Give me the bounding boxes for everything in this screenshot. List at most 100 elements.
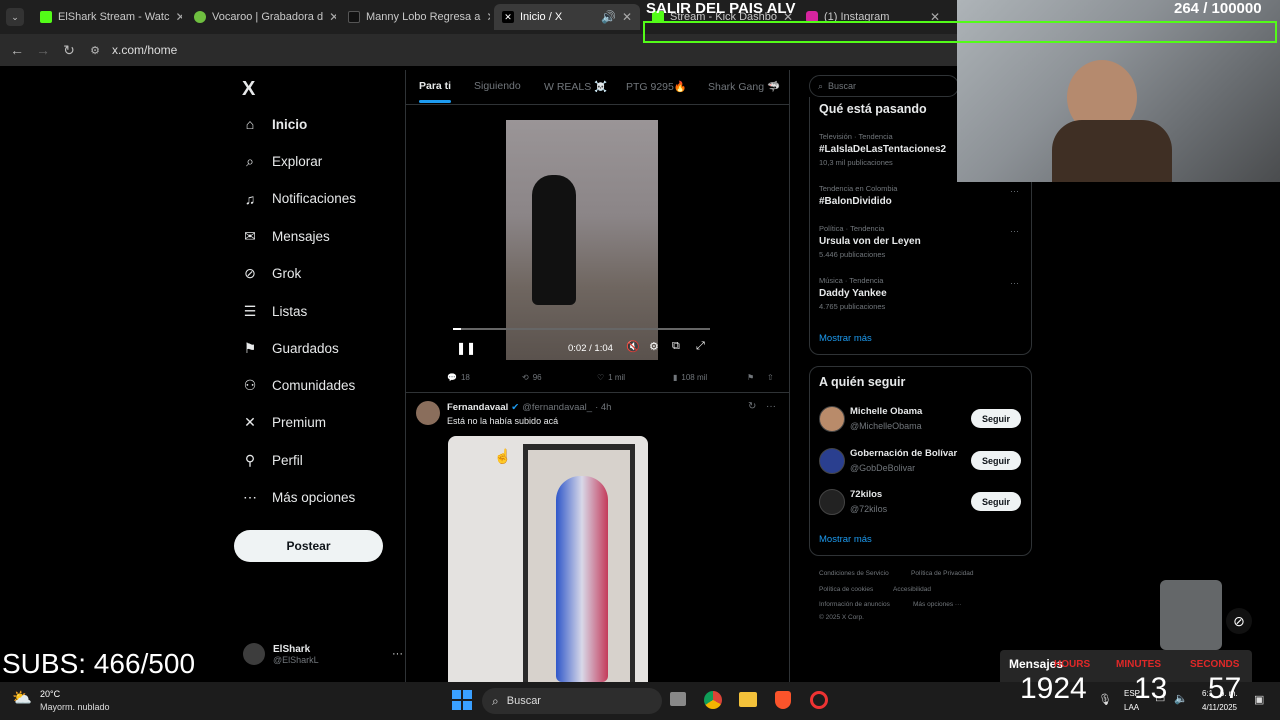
search-box[interactable]: ⌕ Buscar bbox=[809, 75, 959, 97]
follow-suggestion-handle[interactable]: @72kilos bbox=[850, 504, 887, 514]
share-icon[interactable]: ⇧ bbox=[767, 373, 774, 382]
browser-tab-3[interactable]: Manny Lobo Regresa a✕ bbox=[340, 4, 490, 30]
weather-desc[interactable]: Mayorm. nublado bbox=[40, 702, 110, 712]
follow-suggestion-handle[interactable]: @GobDeBolivar bbox=[850, 463, 915, 473]
video-frame bbox=[506, 120, 658, 360]
more-icon[interactable]: ··· bbox=[1010, 186, 1019, 196]
author-handle[interactable]: @fernandavaal_ bbox=[522, 402, 592, 413]
trend-item[interactable]: Política · Tendencia Ursula von der Leyen… bbox=[819, 224, 921, 259]
task-view-icon[interactable] bbox=[670, 692, 686, 706]
sidebar-item-mensajes[interactable]: ✉ Mensajes bbox=[242, 228, 330, 245]
sidebar-item-label: Explorar bbox=[272, 154, 323, 170]
follow-suggestion-name[interactable]: Michelle Obama bbox=[850, 406, 922, 417]
microphone-icon[interactable]: 🎙 bbox=[1098, 693, 1112, 706]
sidebar-item-listas[interactable]: ☰ Listas bbox=[242, 303, 308, 320]
follow-button[interactable]: Seguir bbox=[971, 451, 1021, 470]
recording-app-icon[interactable] bbox=[810, 691, 828, 709]
brave-icon[interactable] bbox=[775, 691, 791, 709]
close-icon[interactable]: ✕ bbox=[175, 10, 182, 24]
tab-w-reals[interactable]: W REALS ☠️ bbox=[544, 80, 607, 93]
footer-more[interactable]: Más opciones ··· bbox=[913, 601, 961, 608]
site-info-icon[interactable]: ⚙ bbox=[82, 44, 108, 57]
author-name[interactable]: Fernandavaal bbox=[447, 402, 508, 413]
grok-icon[interactable]: ↻ bbox=[748, 401, 756, 412]
x-logo[interactable]: X bbox=[242, 78, 255, 101]
browser-tab-4[interactable]: ✕ Inicio / X 🔊 ✕ bbox=[494, 4, 640, 30]
tab-ptg[interactable]: PTG 9295🔥 bbox=[626, 80, 687, 93]
seconds-label: SECONDS bbox=[1190, 659, 1240, 670]
trend-item[interactable]: Tendencia en Colombia #BalonDividido bbox=[819, 184, 897, 210]
sidebar-item-inicio[interactable]: ⌂ Inicio bbox=[242, 116, 308, 132]
more-icon[interactable]: ··· bbox=[392, 648, 403, 660]
sidebar-item-explorar[interactable]: ⌕ Explorar bbox=[242, 153, 322, 170]
post-time[interactable]: · 4h bbox=[595, 402, 611, 413]
forward-icon[interactable]: → bbox=[30, 42, 56, 58]
chrome-icon[interactable] bbox=[704, 691, 722, 709]
footer-cookies[interactable]: Política de cookies bbox=[819, 586, 873, 593]
reload-icon[interactable]: ↻ bbox=[56, 42, 82, 59]
close-icon[interactable]: ✕ bbox=[329, 10, 336, 24]
windows-start-icon[interactable] bbox=[452, 690, 472, 710]
sidebar-item-más-opciones[interactable]: ⋯ Más opciones bbox=[242, 489, 355, 506]
bookmark-icon[interactable]: ⚑ bbox=[747, 373, 754, 382]
tab-shark-gang[interactable]: Shark Gang 🦈 bbox=[708, 80, 780, 93]
weather-icon[interactable]: ⛅ bbox=[12, 688, 32, 708]
trend-item[interactable]: Televisión · Tendencia #LaIslaDeLasTentac… bbox=[819, 132, 946, 167]
like-action[interactable]: ♡ 1 mil bbox=[597, 373, 625, 382]
tab-siguiendo[interactable]: Siguiendo bbox=[474, 80, 521, 92]
footer-privacy[interactable]: Política de Privacidad bbox=[911, 570, 974, 577]
footer-ads-info[interactable]: Información de anuncios bbox=[819, 601, 890, 608]
sidebar-item-premium[interactable]: ✕ Premium bbox=[242, 414, 326, 431]
url-field[interactable]: x.com/home bbox=[112, 43, 177, 57]
sidebar-item-grok[interactable]: ⊘ Grok bbox=[242, 265, 301, 282]
pip-icon[interactable]: ⧉ bbox=[672, 340, 680, 353]
tab-para-ti[interactable]: Para ti bbox=[419, 80, 451, 92]
follow-button[interactable]: Seguir bbox=[971, 409, 1021, 428]
tab-list-button[interactable]: ⌄ bbox=[6, 8, 24, 26]
follow-suggestion-name[interactable]: 72kilos bbox=[850, 489, 882, 500]
browser-tab-2[interactable]: Vocaroo | Grabadora d ✕ bbox=[186, 4, 336, 30]
post-button[interactable]: Postear bbox=[234, 530, 383, 562]
divider bbox=[405, 392, 790, 393]
avatar[interactable] bbox=[819, 406, 845, 432]
taskbar-search[interactable]: ⌕ Buscar bbox=[482, 688, 662, 714]
person-figure bbox=[556, 476, 608, 682]
avatar[interactable] bbox=[819, 489, 845, 515]
show-more-trends[interactable]: Mostrar más bbox=[819, 333, 872, 344]
back-icon[interactable]: ← bbox=[4, 42, 30, 58]
notification-icon[interactable]: ▣ bbox=[1254, 693, 1264, 706]
video-progress-track[interactable] bbox=[453, 328, 710, 330]
volume-icon[interactable]: 🔈 bbox=[1174, 692, 1188, 705]
footer-terms[interactable]: Condiciones de Servicio bbox=[819, 570, 889, 577]
more-icon[interactable]: ··· bbox=[1010, 278, 1019, 288]
settings-icon[interactable]: ⚙ bbox=[649, 340, 659, 353]
trend-item[interactable]: Música · Tendencia Daddy Yankee 4.765 publ… bbox=[819, 276, 887, 311]
file-explorer-icon[interactable] bbox=[739, 692, 757, 707]
pause-icon[interactable]: ❚❚ bbox=[456, 341, 476, 355]
follow-button[interactable]: Seguir bbox=[971, 492, 1021, 511]
mute-icon[interactable]: 🔇 bbox=[626, 340, 640, 353]
footer-accessibility[interactable]: Accesibilidad bbox=[893, 586, 931, 593]
close-icon[interactable]: ✕ bbox=[486, 10, 490, 24]
views-action[interactable]: ▮ 108 mil bbox=[673, 373, 707, 382]
repost-icon: ⟲ bbox=[522, 373, 529, 382]
avatar[interactable] bbox=[416, 401, 440, 425]
reply-action[interactable]: 💬 18 bbox=[447, 373, 470, 382]
post-image[interactable] bbox=[448, 436, 648, 682]
show-more-follow[interactable]: Mostrar más bbox=[819, 534, 872, 545]
follow-suggestion-handle[interactable]: @MichelleObama bbox=[850, 421, 922, 431]
follow-suggestion-name[interactable]: Gobernación de Bolívar bbox=[850, 448, 957, 459]
close-icon[interactable]: ✕ bbox=[622, 10, 632, 24]
sidebar-item-perfil[interactable]: ⚲ Perfil bbox=[242, 452, 303, 469]
more-icon[interactable]: ··· bbox=[1010, 226, 1019, 236]
account-switcher[interactable]: ElShark @ElSharkL ··· bbox=[243, 639, 403, 669]
fullscreen-icon[interactable]: ⤢ bbox=[696, 340, 705, 353]
browser-tab-1[interactable]: ElShark Stream - Watc ✕ bbox=[32, 4, 182, 30]
more-icon[interactable]: ··· bbox=[766, 401, 776, 412]
avatar[interactable] bbox=[819, 448, 845, 474]
sidebar-item-guardados[interactable]: ⚑ Guardados bbox=[242, 340, 339, 357]
sidebar-item-comunidades[interactable]: ⚇ Comunidades bbox=[242, 377, 356, 394]
repost-action[interactable]: ⟲ 96 bbox=[522, 373, 542, 382]
weather-temp[interactable]: 20°C bbox=[40, 689, 60, 699]
sidebar-item-notificaciones[interactable]: ♫ Notificaciones bbox=[242, 191, 356, 207]
